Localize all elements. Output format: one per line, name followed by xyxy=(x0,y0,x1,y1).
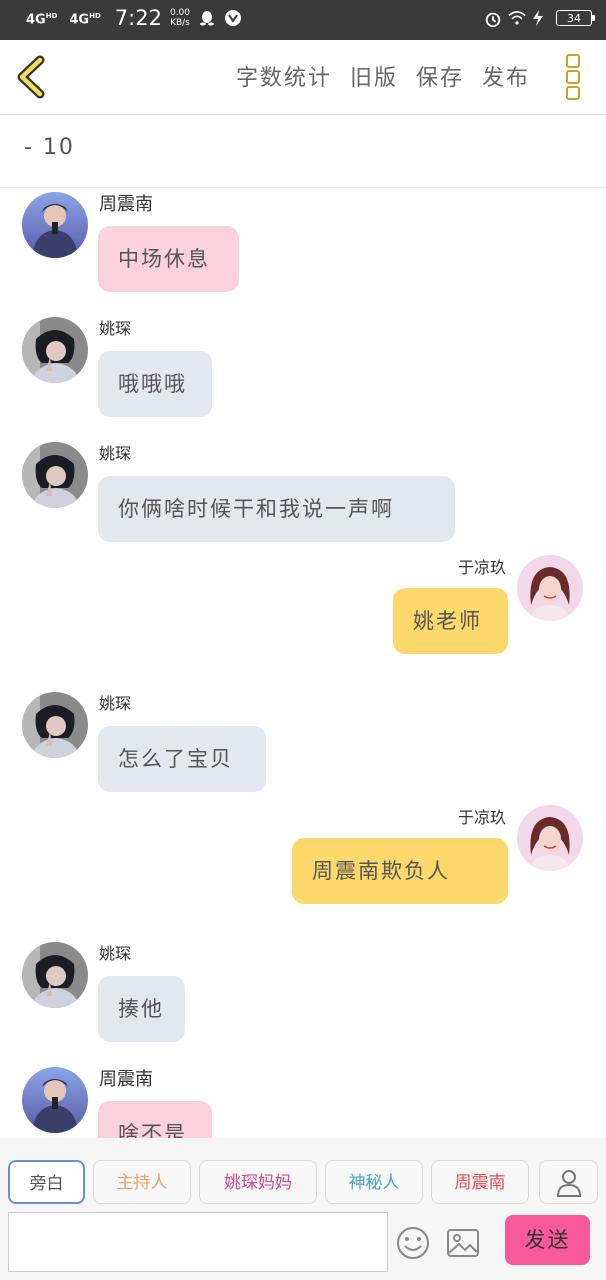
message-bubble[interactable]: 姚老师 xyxy=(393,588,508,654)
sender-name: 于凉玖 xyxy=(457,808,506,827)
alarm-icon xyxy=(484,9,502,28)
image-button[interactable] xyxy=(446,1228,480,1258)
charging-icon xyxy=(532,9,550,27)
message-bubble[interactable]: 揍他 xyxy=(98,976,185,1042)
message-bubble[interactable]: 哦哦哦 xyxy=(98,351,212,417)
old-version-button[interactable]: 旧版 xyxy=(350,60,398,92)
publish-button[interactable]: 发布 xyxy=(482,60,530,92)
message-input[interactable] xyxy=(8,1212,388,1272)
avatar[interactable] xyxy=(517,805,583,871)
sender-name: 于凉玖 xyxy=(457,558,506,577)
sender-name: 姚琛 xyxy=(99,444,132,463)
signal-indicator-1: 4GHD xyxy=(26,11,58,28)
message-bubble[interactable]: 怎么了宝贝 xyxy=(98,726,266,792)
wifi-icon xyxy=(508,9,526,27)
role-chip[interactable]: 神秘人 xyxy=(325,1160,423,1204)
chat-message: 姚琛你俩啥时候干和我说一声啊 xyxy=(0,438,606,558)
message-bubble[interactable]: 你俩啥时候干和我说一声啊 xyxy=(98,476,455,542)
avatar[interactable] xyxy=(22,192,88,258)
role-chip[interactable]: 旁白 xyxy=(8,1160,85,1204)
sender-name: 周震南 xyxy=(99,1069,153,1090)
back-button[interactable] xyxy=(12,54,52,100)
message-bubble[interactable]: 中场休息 xyxy=(98,226,239,292)
more-menu-button[interactable] xyxy=(566,54,580,100)
chat-message: 姚琛 揍他 xyxy=(0,938,606,1058)
signal-indicator-2: 4GHD xyxy=(69,11,101,28)
message-bubble[interactable]: 啥不是 xyxy=(98,1101,212,1138)
more-dot-icon xyxy=(566,70,580,84)
status-bar: 4GHD 4GHD 7:22 0.00 KB/s 34 xyxy=(0,0,606,40)
avatar[interactable] xyxy=(22,692,88,758)
app-notification-icon xyxy=(224,9,242,27)
sender-name: 周震南 xyxy=(99,194,153,215)
counter-bar: - 10 xyxy=(0,115,606,188)
chat-message: 周震南 中场休息 xyxy=(0,188,606,308)
avatar[interactable] xyxy=(22,942,88,1008)
avatar[interactable] xyxy=(22,442,88,508)
chat-list[interactable]: 周震南 中场休息 姚琛 哦哦哦 姚琛 你俩啥时候干和我说一声啊 于凉玖 姚老师 姚琛 怎么了宝贝于… xyxy=(0,188,606,1138)
sender-name: 姚琛 xyxy=(99,694,132,713)
smiley-icon xyxy=(397,1227,429,1259)
composer-panel: 旁白 主持人 姚琛妈妈 神秘人 周震南 发送 xyxy=(0,1138,606,1280)
word-count-button[interactable]: 字数统计 xyxy=(236,60,332,92)
role-chip[interactable]: 姚琛妈妈 xyxy=(199,1160,317,1204)
app-bar: 字数统计 旧版 保存 发布 xyxy=(0,40,606,115)
avatar[interactable] xyxy=(517,555,583,621)
battery-indicator: 34 xyxy=(556,10,595,26)
message-bubble[interactable]: 周震南欺负人 xyxy=(292,838,508,904)
chat-message: 于凉玖周震南欺负人 xyxy=(0,805,606,933)
chat-message: 周震南 啥不是 xyxy=(0,1063,606,1138)
emoji-button[interactable] xyxy=(396,1226,430,1260)
role-chip[interactable]: 主持人 xyxy=(93,1160,191,1204)
add-role-button[interactable] xyxy=(539,1160,598,1204)
counter-value: - 10 xyxy=(24,135,75,160)
chevron-left-icon xyxy=(17,55,45,99)
role-chip[interactable]: 周震南 xyxy=(431,1160,529,1204)
chat-message: 姚琛 哦哦哦 xyxy=(0,313,606,433)
sender-name: 姚琛 xyxy=(99,319,132,338)
more-dot-icon xyxy=(566,86,580,100)
sender-name: 姚琛 xyxy=(99,944,132,963)
clock: 7:22 xyxy=(114,6,162,30)
qq-icon xyxy=(198,9,216,27)
chat-message: 姚琛 怎么了宝贝 xyxy=(0,688,606,808)
network-speed: 0.00 KB/s xyxy=(169,8,190,28)
avatar[interactable] xyxy=(22,1067,88,1133)
more-dot-icon xyxy=(566,54,580,68)
chat-message: 于凉玖姚老师 xyxy=(0,555,606,683)
save-button[interactable]: 保存 xyxy=(416,60,464,92)
image-icon xyxy=(447,1229,479,1257)
send-button[interactable]: 发送 xyxy=(505,1215,590,1265)
avatar[interactable] xyxy=(22,317,88,383)
person-icon xyxy=(556,1170,581,1197)
role-selector: 旁白 主持人 姚琛妈妈 神秘人 周震南 xyxy=(8,1160,529,1204)
